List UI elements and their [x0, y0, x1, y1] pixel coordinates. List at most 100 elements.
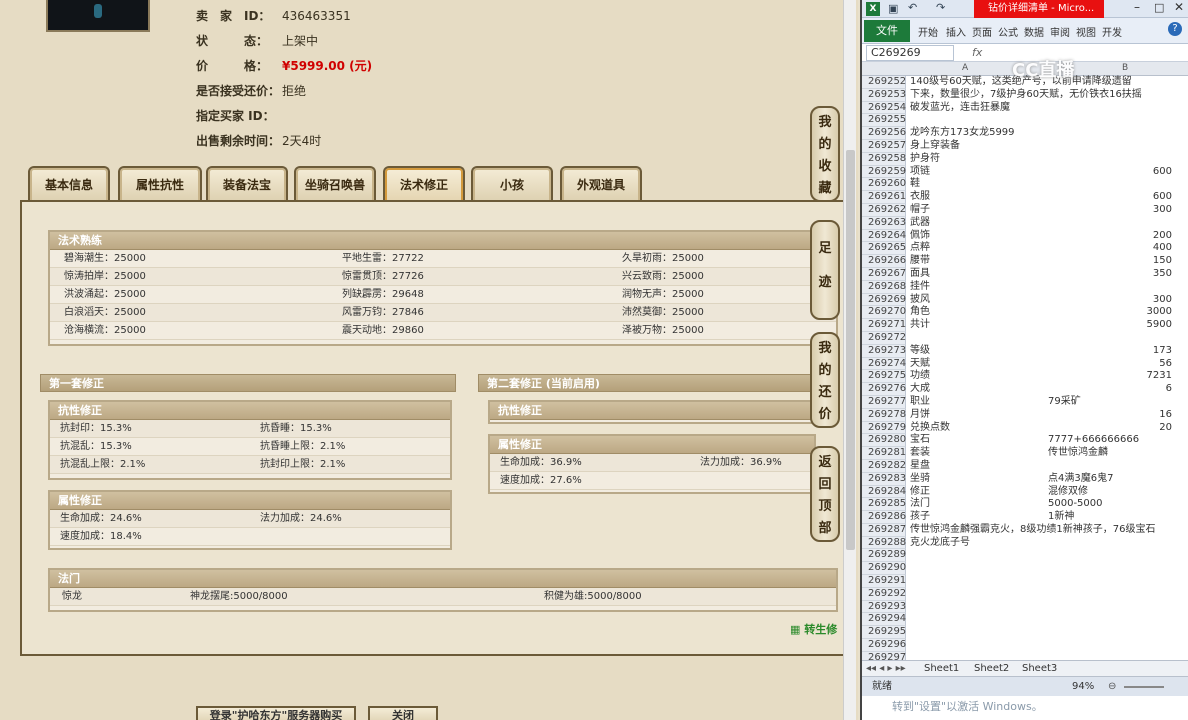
sheet-tab[interactable]: Sheet2 — [974, 661, 1009, 677]
sheet-cell[interactable]: 7777+666666666 — [1048, 434, 1139, 447]
sheet-row[interactable]: 269254 破发蓝光，连击狂暴魔 — [862, 101, 1188, 115]
sheet-cell[interactable]: 身上穿装备 — [910, 140, 960, 153]
sheet-cell[interactable]: 79采矿 — [1048, 396, 1081, 409]
sheet-row[interactable]: 269279 兑换点数 20 — [862, 421, 1188, 435]
sheet-cell[interactable]: 鞋 — [910, 178, 920, 191]
sheet-cell[interactable]: 大成 — [910, 383, 930, 396]
sheet-cell[interactable]: 传世惊鸿金麟强霸克火，8级功绩1新神孩子，76级宝石 — [910, 524, 1155, 537]
minimize-icon[interactable]: – — [1134, 0, 1140, 14]
sheet-row[interactable]: 269275 功绩 7231 — [862, 370, 1188, 384]
sheet-row[interactable]: 269265 点粹 400 — [862, 242, 1188, 256]
row-number[interactable]: 269261 — [862, 191, 906, 204]
tab-basic-info[interactable]: 基本信息 — [28, 166, 110, 202]
undo-icon[interactable]: ↶ — [908, 1, 917, 14]
row-number[interactable]: 269265 — [862, 242, 906, 256]
redo-icon[interactable]: ↷ — [936, 1, 945, 14]
sheet-cell[interactable]: 600 — [1153, 191, 1172, 204]
row-number[interactable]: 269284 — [862, 485, 906, 499]
sheet-cell[interactable]: 星盘 — [910, 460, 930, 473]
sheet-row[interactable]: 269273 等级 173 — [862, 344, 1188, 358]
row-number[interactable]: 269274 — [862, 357, 906, 371]
sheet-cell[interactable]: 5900 — [1147, 319, 1172, 332]
row-number[interactable]: 269258 — [862, 152, 906, 166]
sheet-cell[interactable]: 衣服 — [910, 191, 930, 204]
sheet-cell[interactable]: 350 — [1153, 268, 1172, 281]
sheet-cell[interactable]: 面具 — [910, 268, 930, 281]
sheet-row[interactable]: 269263 武器 — [862, 216, 1188, 230]
my-counteroffer-button[interactable]: 我的还价 — [810, 332, 840, 428]
ribbon-tab[interactable]: 页面 — [972, 24, 992, 39]
sheet-cell[interactable]: 传世惊鸿金麟 — [1048, 447, 1108, 460]
restore-icon[interactable]: □ — [1154, 1, 1164, 14]
row-number[interactable]: 269278 — [862, 408, 906, 422]
back-to-top-button[interactable]: 返回顶部 — [810, 446, 840, 542]
close-button[interactable]: 关闭 — [368, 706, 438, 720]
row-number[interactable]: 269279 — [862, 421, 906, 435]
sheet-cell[interactable]: 角色 — [910, 306, 930, 319]
sheet-cell[interactable]: 武器 — [910, 217, 930, 230]
sheet-cell[interactable]: 宝石 — [910, 434, 930, 447]
row-number[interactable]: 269256 — [862, 127, 906, 140]
sheet-row[interactable]: 269286 孩子 1新神 — [862, 511, 1188, 524]
sheet-row[interactable]: 269294 — [862, 613, 1188, 627]
save-icon[interactable]: ▣ — [888, 2, 898, 15]
sheet-cell[interactable]: 孩子 — [910, 511, 930, 524]
footprint-button[interactable]: 足迹 — [810, 220, 840, 320]
login-buy-button[interactable]: 登录"护哈东方"服务器购买 — [196, 706, 356, 720]
sheet-row[interactable]: 269295 — [862, 626, 1188, 640]
row-number[interactable]: 269277 — [862, 395, 906, 409]
row-number[interactable]: 269268 — [862, 280, 906, 294]
sheet-row[interactable]: 269260 鞋 — [862, 178, 1188, 192]
sheet-cell[interactable]: 600 — [1153, 166, 1172, 179]
sheet-row[interactable]: 269255 — [862, 114, 1188, 128]
sheet-cell[interactable]: 龙吟东方173女龙5999 — [910, 127, 1015, 140]
sheet-cell[interactable]: 点粹 — [910, 242, 930, 255]
sheet-cell[interactable]: 20 — [1159, 422, 1172, 435]
sheet-row[interactable]: 269274 天赋 56 — [862, 357, 1188, 371]
row-number[interactable]: 269252 — [862, 76, 906, 89]
sheet-row[interactable]: 269287 传世惊鸿金麟强霸克火，8级功绩1新神孩子，76级宝石 — [862, 523, 1188, 537]
ribbon-tab[interactable]: 插入 — [946, 24, 966, 39]
tab-appearance[interactable]: 外观道具 — [560, 166, 642, 202]
zoom-level[interactable]: 94% — [1072, 677, 1094, 697]
row-number[interactable]: 269291 — [862, 575, 906, 588]
row-number[interactable]: 269295 — [862, 626, 906, 640]
sheet-tab[interactable]: Sheet3 — [1022, 661, 1057, 677]
sheet-row[interactable]: 269281 套装 传世惊鸿金麟 — [862, 447, 1188, 460]
ribbon-tab[interactable]: 数据 — [1024, 24, 1044, 39]
sheet-cell[interactable]: 法门 — [910, 498, 930, 511]
row-number[interactable]: 269254 — [862, 101, 906, 115]
tab-attribute-resist[interactable]: 属性抗性 — [118, 166, 202, 202]
sheet-cell[interactable]: 佩饰 — [910, 230, 930, 243]
sheet-row[interactable]: 269285 法门 5000-5000 — [862, 498, 1188, 512]
row-number[interactable]: 269283 — [862, 472, 906, 486]
row-number[interactable]: 269289 — [862, 549, 906, 563]
sheet-row[interactable]: 269258 护身符 — [862, 152, 1188, 166]
sheet-row[interactable]: 269284 修正 混修双修 — [862, 485, 1188, 499]
sheet-row[interactable]: 269296 — [862, 639, 1188, 652]
sheet-tab[interactable]: Sheet1 — [924, 661, 959, 677]
row-number[interactable]: 269293 — [862, 600, 906, 614]
sheet-cell[interactable]: 兑换点数 — [910, 422, 950, 435]
row-number[interactable]: 269276 — [862, 383, 906, 396]
sheet-row[interactable]: 269276 大成 6 — [862, 383, 1188, 396]
sheet-row[interactable]: 269267 面具 350 — [862, 267, 1188, 281]
sheet-cell[interactable]: 项链 — [910, 166, 930, 179]
sheet-cell[interactable]: 披风 — [910, 294, 930, 307]
row-number[interactable]: 269263 — [862, 216, 906, 230]
sheet-cell[interactable]: 400 — [1153, 242, 1172, 255]
sheet-row[interactable]: 269270 角色 3000 — [862, 306, 1188, 320]
file-tab[interactable]: 文件 — [864, 20, 910, 42]
sheet-row[interactable]: 269268 挂件 — [862, 280, 1188, 294]
row-number[interactable]: 269266 — [862, 255, 906, 268]
sheet-cell[interactable]: 300 — [1153, 204, 1172, 217]
row-number[interactable]: 269272 — [862, 331, 906, 345]
ribbon-tab[interactable]: 公式 — [998, 24, 1018, 39]
sheet-cell[interactable]: 天赋 — [910, 358, 930, 371]
sheet-cell[interactable]: 点4满3魔6鬼7 — [1048, 473, 1113, 486]
ribbon-tab[interactable]: 开始 — [918, 24, 938, 39]
sheet-cell[interactable]: 腰带 — [910, 255, 930, 268]
sheet-row[interactable]: 269289 — [862, 549, 1188, 563]
sheet-row[interactable]: 269259 项链 600 — [862, 165, 1188, 179]
name-box[interactable]: C269269 — [866, 45, 954, 61]
